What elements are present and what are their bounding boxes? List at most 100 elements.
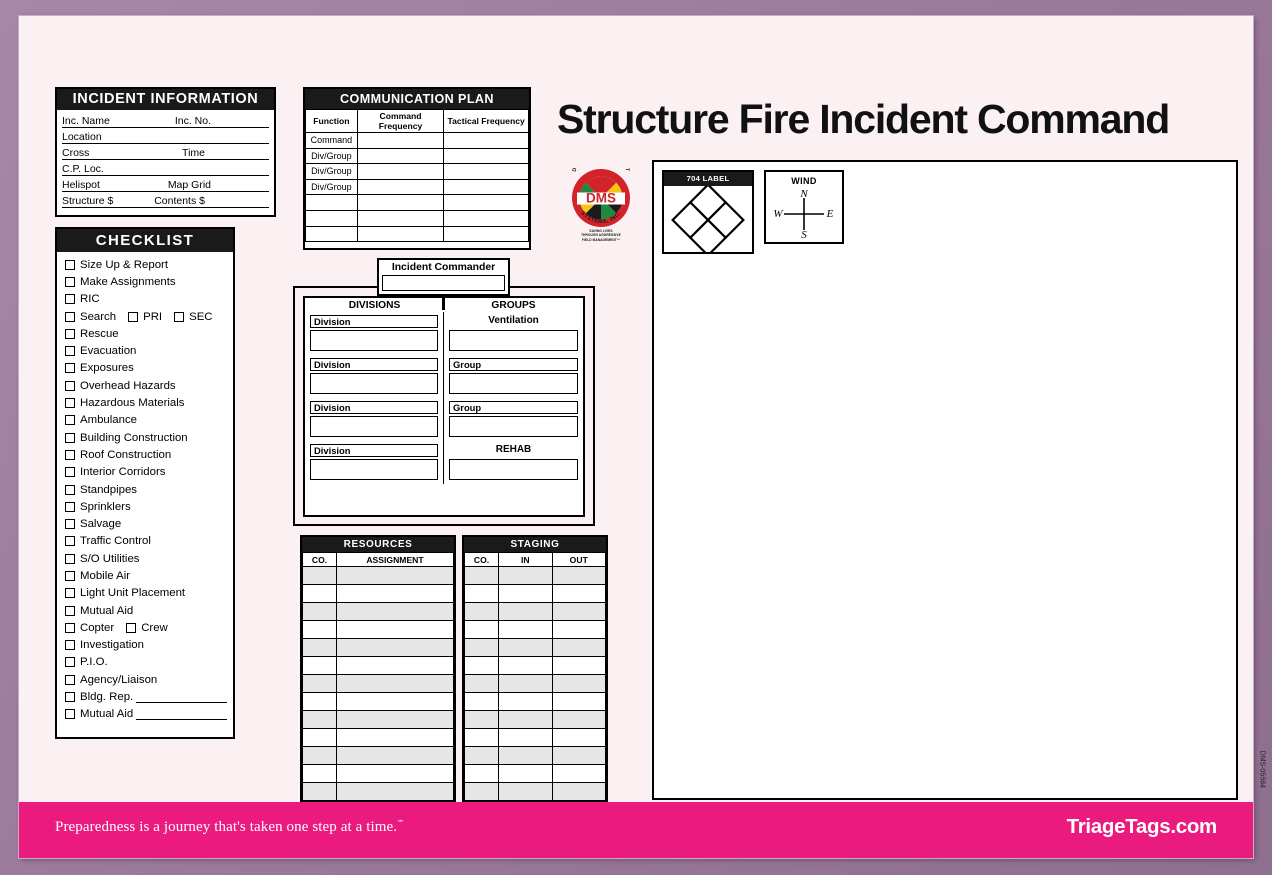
communication-plan-frequency-cell[interactable]: [443, 132, 529, 149]
group-input[interactable]: [449, 416, 578, 437]
checkbox[interactable]: [65, 449, 75, 460]
data-cell[interactable]: [551, 638, 606, 658]
checkbox[interactable]: [65, 467, 75, 478]
checkbox[interactable]: [174, 311, 185, 322]
data-cell[interactable]: [336, 764, 454, 784]
data-cell[interactable]: [464, 764, 499, 784]
checkbox[interactable]: [65, 674, 75, 685]
incident-commander-input[interactable]: [382, 275, 505, 291]
data-cell[interactable]: [551, 602, 606, 622]
write-in-line[interactable]: [136, 709, 227, 720]
data-cell[interactable]: [302, 674, 337, 694]
checkbox[interactable]: [65, 640, 75, 651]
data-cell[interactable]: [498, 710, 553, 730]
checkbox[interactable]: [65, 432, 75, 443]
checkbox[interactable]: [65, 657, 75, 668]
checkbox[interactable]: [126, 622, 137, 633]
checkbox[interactable]: [65, 380, 75, 391]
data-cell[interactable]: [498, 764, 553, 784]
communication-plan-frequency-cell[interactable]: [356, 225, 445, 243]
checkbox[interactable]: [128, 311, 139, 322]
data-cell[interactable]: [498, 602, 553, 622]
communication-plan-frequency-cell[interactable]: [443, 147, 529, 165]
data-cell[interactable]: [551, 746, 606, 766]
data-cell[interactable]: [302, 620, 337, 640]
data-cell[interactable]: [302, 710, 337, 730]
checkbox[interactable]: [65, 588, 75, 599]
data-cell[interactable]: [498, 674, 553, 694]
data-cell[interactable]: [551, 782, 606, 802]
communication-plan-frequency-cell[interactable]: [356, 194, 445, 211]
communication-plan-frequency-cell[interactable]: [356, 132, 445, 149]
division-input[interactable]: [310, 459, 438, 480]
communication-plan-frequency-cell[interactable]: [356, 178, 445, 196]
data-cell[interactable]: [464, 566, 499, 586]
data-cell[interactable]: [336, 710, 454, 730]
communication-plan-frequency-cell[interactable]: [443, 163, 529, 180]
data-cell[interactable]: [336, 746, 454, 766]
checkbox[interactable]: [65, 692, 75, 703]
data-cell[interactable]: [336, 620, 454, 640]
data-cell[interactable]: [551, 566, 606, 586]
checkbox[interactable]: [65, 501, 75, 512]
nfpa-704-diamond-icon[interactable]: [664, 182, 752, 257]
communication-plan-frequency-cell[interactable]: [443, 209, 529, 227]
communication-plan-frequency-cell[interactable]: [443, 194, 529, 211]
data-cell[interactable]: [464, 620, 499, 640]
data-cell[interactable]: [302, 584, 337, 604]
data-cell[interactable]: [464, 782, 499, 802]
sketch-area[interactable]: 704 LABEL WIND N S E W DMS-05584: [652, 160, 1265, 800]
data-cell[interactable]: [498, 638, 553, 658]
communication-plan-frequency-cell[interactable]: [356, 147, 445, 165]
data-cell[interactable]: [551, 728, 606, 748]
checkbox[interactable]: [65, 519, 75, 530]
data-cell[interactable]: [498, 746, 553, 766]
communication-plan-frequency-cell[interactable]: [443, 178, 529, 196]
data-cell[interactable]: [464, 692, 499, 712]
checkbox[interactable]: [65, 346, 75, 357]
division-input[interactable]: [310, 416, 438, 437]
data-cell[interactable]: [498, 566, 553, 586]
data-cell[interactable]: [464, 602, 499, 622]
data-cell[interactable]: [464, 710, 499, 730]
data-cell[interactable]: [498, 782, 553, 802]
data-cell[interactable]: [498, 620, 553, 640]
checkbox[interactable]: [65, 363, 75, 374]
checkbox[interactable]: [65, 553, 75, 564]
checkbox[interactable]: [65, 311, 75, 322]
group-input[interactable]: [449, 330, 578, 351]
checkbox[interactable]: [65, 259, 75, 270]
communication-plan-frequency-cell[interactable]: [443, 225, 529, 243]
checkbox[interactable]: [65, 294, 75, 305]
data-cell[interactable]: [498, 656, 553, 676]
data-cell[interactable]: [302, 602, 337, 622]
data-cell[interactable]: [336, 638, 454, 658]
data-cell[interactable]: [302, 782, 337, 802]
data-cell[interactable]: [302, 746, 337, 766]
group-input[interactable]: [449, 459, 578, 480]
data-cell[interactable]: [551, 584, 606, 604]
checkbox[interactable]: [65, 398, 75, 409]
data-cell[interactable]: [551, 620, 606, 640]
data-cell[interactable]: [464, 674, 499, 694]
data-cell[interactable]: [464, 746, 499, 766]
data-cell[interactable]: [302, 692, 337, 712]
data-cell[interactable]: [464, 728, 499, 748]
checkbox[interactable]: [65, 709, 75, 720]
data-cell[interactable]: [551, 656, 606, 676]
checkbox[interactable]: [65, 328, 75, 339]
checkbox[interactable]: [65, 276, 75, 287]
data-cell[interactable]: [302, 656, 337, 676]
data-cell[interactable]: [551, 692, 606, 712]
data-cell[interactable]: [464, 638, 499, 658]
data-cell[interactable]: [336, 566, 454, 586]
data-cell[interactable]: [498, 728, 553, 748]
data-cell[interactable]: [336, 728, 454, 748]
checkbox[interactable]: [65, 605, 75, 616]
data-cell[interactable]: [302, 638, 337, 658]
communication-plan-frequency-cell[interactable]: [356, 163, 445, 180]
data-cell[interactable]: [336, 782, 454, 802]
communication-plan-frequency-cell[interactable]: [356, 209, 445, 227]
division-input[interactable]: [310, 330, 438, 351]
group-input[interactable]: [449, 373, 578, 394]
